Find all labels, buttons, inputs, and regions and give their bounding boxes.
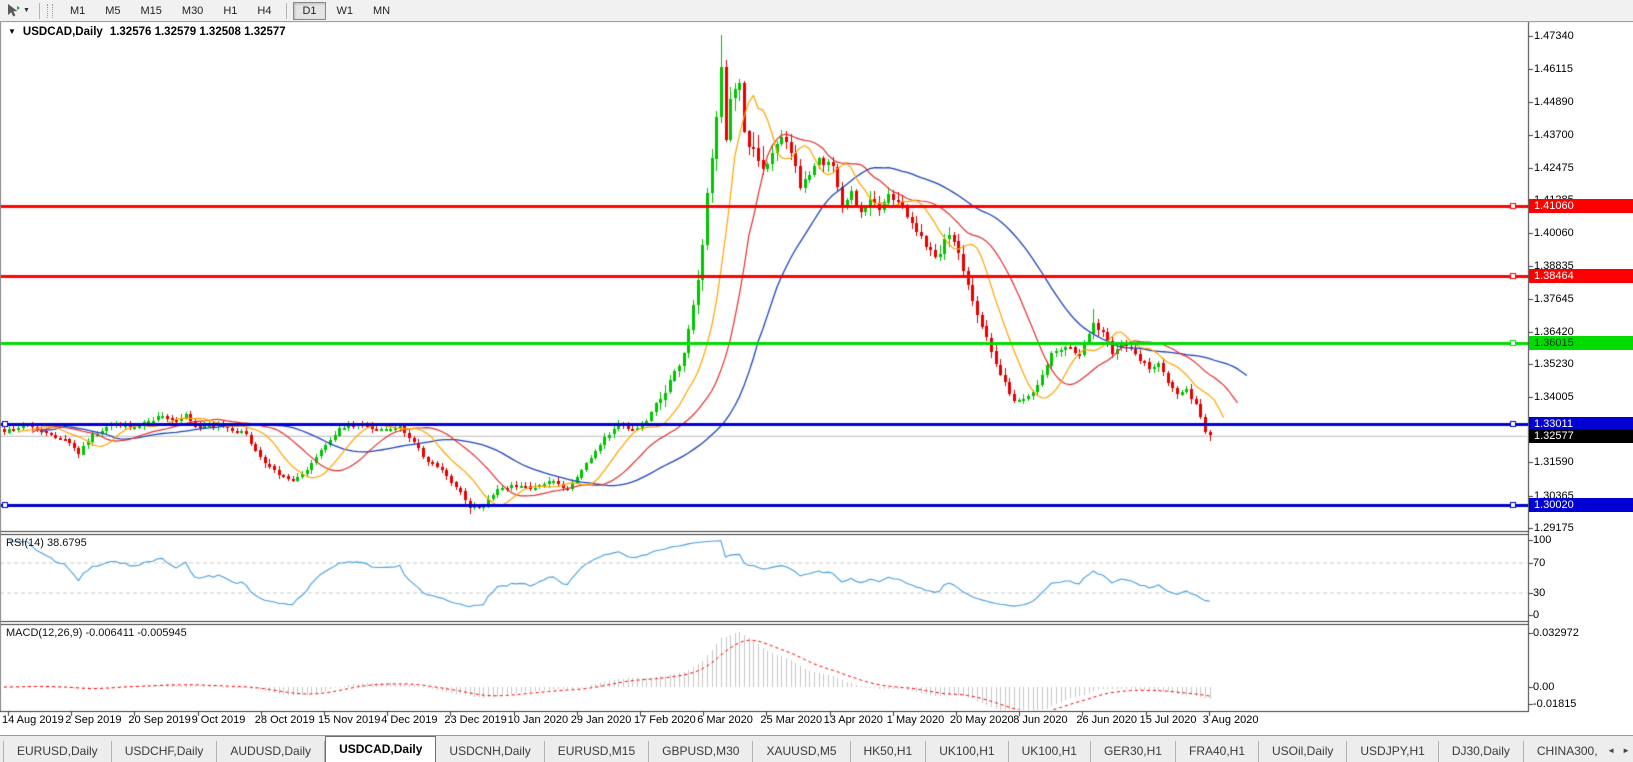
tab-hk50-h1[interactable]: HK50,H1 <box>851 741 927 762</box>
date-axis-label: 20 Sep 2019 <box>128 714 191 726</box>
macd-axis-label: 0.00 <box>1533 681 1555 693</box>
tab-scroll-right-icon[interactable]: ► <box>1622 746 1630 755</box>
date-axis-label: 10 Jan 2020 <box>507 714 569 726</box>
timeframe-button-d1[interactable]: D1 <box>293 1 326 20</box>
mt4-window: ▼ M1 M5 M15 M30 H1 H4 D1 W1 MN ▼ USDCAD,Daily 1.… <box>0 0 1633 762</box>
rsi-axis-label: 70 <box>1533 556 1546 569</box>
date-axis-label: 29 Jan 2020 <box>570 714 632 726</box>
date-axis-label: 23 Dec 2019 <box>444 714 507 726</box>
symbol-tabs: EURUSD,Daily USDCHF,Daily AUDUSD,Daily USDC… <box>3 736 1598 762</box>
price-axis-label: 1.31590 <box>1534 456 1574 469</box>
tab-gbpusd-m30[interactable]: GBPUSD,M30 <box>649 741 754 762</box>
tab-dj30-daily[interactable]: DJ30,Daily <box>1439 741 1524 762</box>
timeframe-button-w1[interactable]: W1 <box>328 2 363 20</box>
date-axis-label: 25 Mar 2020 <box>760 714 823 726</box>
timeframe-button-mn[interactable]: MN <box>364 2 399 20</box>
tab-scroll-left-icon[interactable]: ◄ <box>1607 746 1615 755</box>
title-marker-icon: ▼ <box>8 26 16 36</box>
timeframe-buttons: M1 M5 M15 M30 H1 H4 D1 W1 MN <box>60 1 400 20</box>
date-axis-label: 17 Feb 2020 <box>634 714 696 726</box>
tab-audusd-daily[interactable]: AUDUSD,Daily <box>217 741 326 762</box>
timeframe-button-m15[interactable]: M15 <box>132 2 171 20</box>
rsi-axis-label: 0 <box>1533 609 1540 621</box>
chart-ohlc-values: 1.32576 1.32579 1.32508 1.32577 <box>109 26 286 38</box>
price-axis-label: 1.44890 <box>1534 96 1574 109</box>
tab-fra40-h1[interactable]: FRA40,H1 <box>1176 741 1260 762</box>
price-line-badge: 1.41060 <box>1529 199 1633 214</box>
rsi-axis-label: 30 <box>1533 586 1546 599</box>
tab-eurusd-m15[interactable]: EURUSD,M15 <box>545 741 650 762</box>
tab-scroll-controls: ◄ ► <box>1603 746 1630 755</box>
price-line-badge: 1.38464 <box>1529 269 1633 284</box>
toolbar-separator <box>38 2 40 19</box>
rsi-axis-label: 100 <box>1533 534 1552 546</box>
price-line-badge: 1.30020 <box>1529 497 1633 512</box>
tab-uk100-h1[interactable]: UK100,H1 <box>1009 741 1091 762</box>
date-axis-label: 14 Aug 2019 <box>2 714 64 726</box>
chart-title: ▼ USDCAD,Daily 1.32576 1.32579 1.32508 1… <box>8 26 286 38</box>
timeframe-button-h4[interactable]: H4 <box>248 2 280 20</box>
price-axis-label: 1.47340 <box>1534 30 1574 42</box>
timeframe-button-m30[interactable]: M30 <box>173 2 212 20</box>
price-axis-label: 1.40060 <box>1534 227 1574 240</box>
tab-usdcad-daily[interactable]: USDCAD,Daily <box>325 736 437 762</box>
price-line-badge: 1.36015 <box>1529 335 1633 350</box>
date-axis-label: 13 Apr 2020 <box>823 714 883 726</box>
macd-indicator-label: MACD(12,26,9) -0.006411 -0.005945 <box>6 627 187 639</box>
macd-axis-label: -0.01815 <box>1533 698 1577 710</box>
date-axis-label: 20 May 2020 <box>950 714 1014 726</box>
date-axis-label: 8 Jun 2020 <box>1013 714 1068 726</box>
macd-axis-label: 0.032972 <box>1533 627 1579 639</box>
tab-usdcnh-daily[interactable]: USDCNH,Daily <box>436 741 545 762</box>
chart-canvas[interactable] <box>0 0 1633 762</box>
price-axis-label: 1.42475 <box>1534 161 1574 174</box>
symbol-tabbar: EURUSD,Daily USDCHF,Daily AUDUSD,Daily USDC… <box>0 735 1633 762</box>
date-axis-label: 28 Oct 2019 <box>254 714 315 726</box>
tab-xauusd-m5[interactable]: XAUUSD,M5 <box>753 741 851 762</box>
date-axis-label: 15 Nov 2019 <box>318 714 381 726</box>
timeframe-button-m1[interactable]: M1 <box>61 2 94 20</box>
date-axis-label: 15 Jul 2020 <box>1139 714 1197 726</box>
top-toolbar: ▼ M1 M5 M15 M30 H1 H4 D1 W1 MN <box>0 0 1633 22</box>
date-axis-label: 9 Oct 2019 <box>191 714 246 726</box>
price-axis-label: 1.43700 <box>1534 128 1574 141</box>
price-axis-label: 1.34005 <box>1534 391 1574 404</box>
date-axis-label: 26 Jun 2020 <box>1076 714 1137 726</box>
cursor-tool-icon[interactable] <box>3 3 23 19</box>
date-axis-label: 6 Mar 2020 <box>697 714 753 726</box>
current-price-badge: 1.32577 <box>1529 428 1633 443</box>
price-axis-label: 1.35230 <box>1534 357 1574 370</box>
chart-symbol-period: USDCAD,Daily <box>22 26 103 38</box>
tab-usoil-daily[interactable]: USOil,Daily <box>1259 741 1348 762</box>
dropdown-caret-icon[interactable]: ▼ <box>23 7 30 14</box>
date-axis-label: 2 Sep 2019 <box>65 714 122 726</box>
toolbar-separator <box>286 2 288 19</box>
tab-china300-h4[interactable]: CHINA300,H4 <box>1524 741 1598 762</box>
rsi-indicator-label: RSI(14) 38.6795 <box>6 537 87 549</box>
price-axis-label: 1.29175 <box>1534 521 1574 534</box>
toolbar-grip <box>46 3 53 18</box>
tab-usdchf-daily[interactable]: USDCHF,Daily <box>112 741 218 762</box>
date-axis-label: 1 May 2020 <box>886 714 945 726</box>
price-axis-label: 1.46115 <box>1534 63 1573 76</box>
tab-uk100-h1[interactable]: UK100,H1 <box>926 741 1009 762</box>
tab-usdjpy-h1[interactable]: USDJPY,H1 <box>1347 741 1439 762</box>
date-axis-label: 3 Aug 2020 <box>1202 714 1259 726</box>
price-axis-label: 1.37645 <box>1534 292 1574 305</box>
timeframe-button-h1[interactable]: H1 <box>214 2 246 20</box>
timeframe-button-m5[interactable]: M5 <box>96 2 129 20</box>
tab-eurusd-daily[interactable]: EURUSD,Daily <box>3 741 112 762</box>
tab-ger30-h1[interactable]: GER30,H1 <box>1091 741 1176 762</box>
date-axis-label: 4 Dec 2019 <box>381 714 438 726</box>
